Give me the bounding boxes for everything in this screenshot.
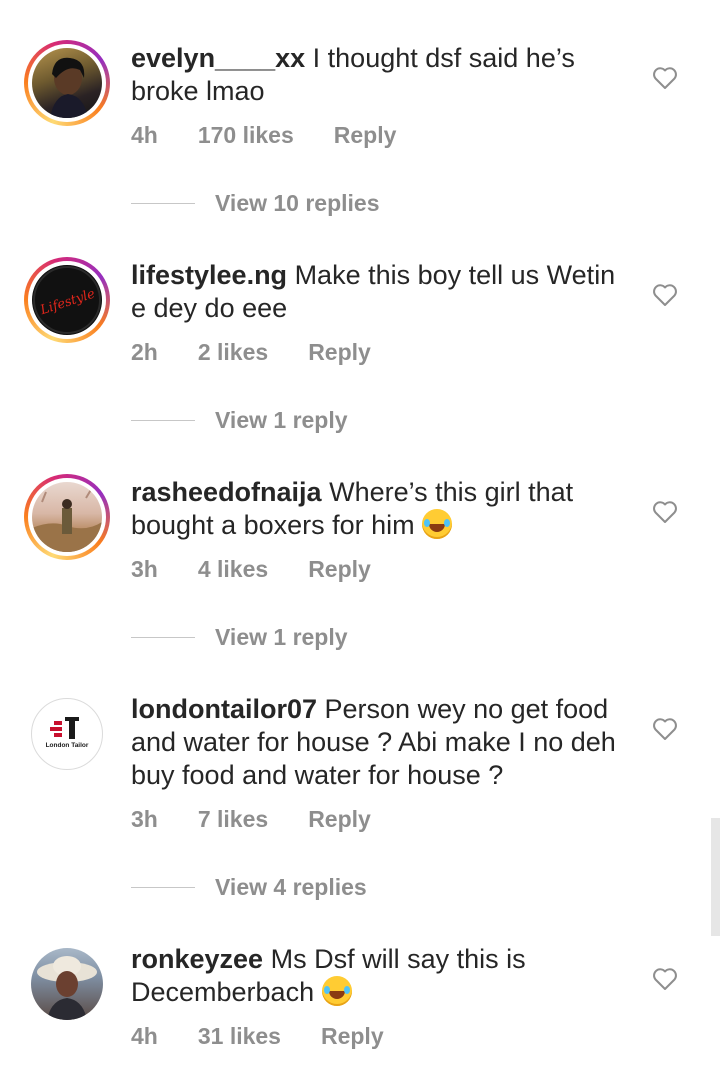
heart-icon[interactable]	[652, 66, 678, 90]
heart-icon[interactable]	[652, 967, 678, 991]
view-replies-label: View 4 replies	[215, 874, 367, 900]
london-tailor-logo: London Tailor	[46, 717, 89, 749]
avatar-photo	[37, 956, 97, 1020]
avatar[interactable]: Lifestyle	[24, 257, 110, 343]
view-replies-button[interactable]: View 10 replies	[131, 190, 380, 217]
comment-meta: 4h 31 likes Reply	[131, 1023, 424, 1050]
svg-text:London Tailor: London Tailor	[46, 742, 89, 749]
view-replies-button[interactable]: View 4 replies	[131, 874, 367, 901]
comment-time: 3h	[131, 556, 158, 582]
comment-body: lifestylee.ng Make this boy tell us Weti…	[131, 259, 631, 325]
replies-divider	[131, 419, 195, 422]
comment-meta: 3h 4 likes Reply	[131, 556, 411, 583]
laughing-emoji-icon	[321, 976, 352, 1006]
replies-divider	[131, 886, 195, 889]
likes-count[interactable]: 2 likes	[198, 339, 268, 366]
comment-body: ronkeyzee Ms Dsf will say this is Decemb…	[131, 943, 631, 1009]
heart-icon[interactable]	[652, 717, 678, 741]
comment-meta: 3h 7 likes Reply	[131, 806, 411, 833]
reply-button[interactable]: Reply	[321, 1023, 384, 1050]
avatar[interactable]	[31, 948, 103, 1020]
avatar[interactable]: London Tailor	[31, 698, 103, 770]
avatar-photo	[32, 487, 102, 552]
reply-button[interactable]: Reply	[308, 806, 371, 833]
avatar[interactable]	[24, 474, 110, 560]
comment-time: 4h	[131, 122, 158, 148]
replies-divider	[131, 636, 195, 639]
comment-time: 2h	[131, 339, 158, 365]
avatar[interactable]	[24, 40, 110, 126]
avatar-photo	[50, 57, 88, 118]
heart-icon[interactable]	[652, 283, 678, 307]
view-replies-button[interactable]: View 1 reply	[131, 407, 348, 434]
likes-count[interactable]: 170 likes	[198, 122, 294, 149]
view-replies-label: View 1 reply	[215, 407, 348, 433]
view-replies-label: View 1 reply	[215, 624, 348, 650]
reply-button[interactable]: Reply	[308, 339, 371, 366]
comment-body: evelyn____xx I thought dsf said he’s bro…	[131, 42, 631, 108]
likes-count[interactable]: 31 likes	[198, 1023, 281, 1050]
comment-body: rasheedofnaija Where’s this girl that bo…	[131, 476, 631, 542]
laughing-emoji-icon	[422, 509, 453, 539]
scrollbar[interactable]	[711, 818, 720, 936]
username[interactable]: rasheedofnaija	[131, 477, 322, 507]
view-replies-label: View 10 replies	[215, 190, 380, 216]
username[interactable]: lifestylee.ng	[131, 260, 287, 290]
comment-body: londontailor07 Person wey no get food an…	[131, 693, 631, 792]
view-replies-button[interactable]: View 1 reply	[131, 624, 348, 651]
likes-count[interactable]: 4 likes	[198, 556, 268, 583]
comment-meta: 4h 170 likes Reply	[131, 122, 436, 149]
username[interactable]: evelyn____xx	[131, 43, 305, 73]
comment-time: 3h	[131, 806, 158, 832]
lifestyle-logo: Lifestyle	[33, 266, 101, 334]
heart-icon[interactable]	[652, 500, 678, 524]
comment-meta: 2h 2 likes Reply	[131, 339, 411, 366]
likes-count[interactable]: 7 likes	[198, 806, 268, 833]
reply-button[interactable]: Reply	[334, 122, 397, 149]
username[interactable]: ronkeyzee	[131, 944, 263, 974]
comment-time: 4h	[131, 1023, 158, 1049]
username[interactable]: londontailor07	[131, 694, 317, 724]
replies-divider	[131, 202, 195, 205]
reply-button[interactable]: Reply	[308, 556, 371, 583]
